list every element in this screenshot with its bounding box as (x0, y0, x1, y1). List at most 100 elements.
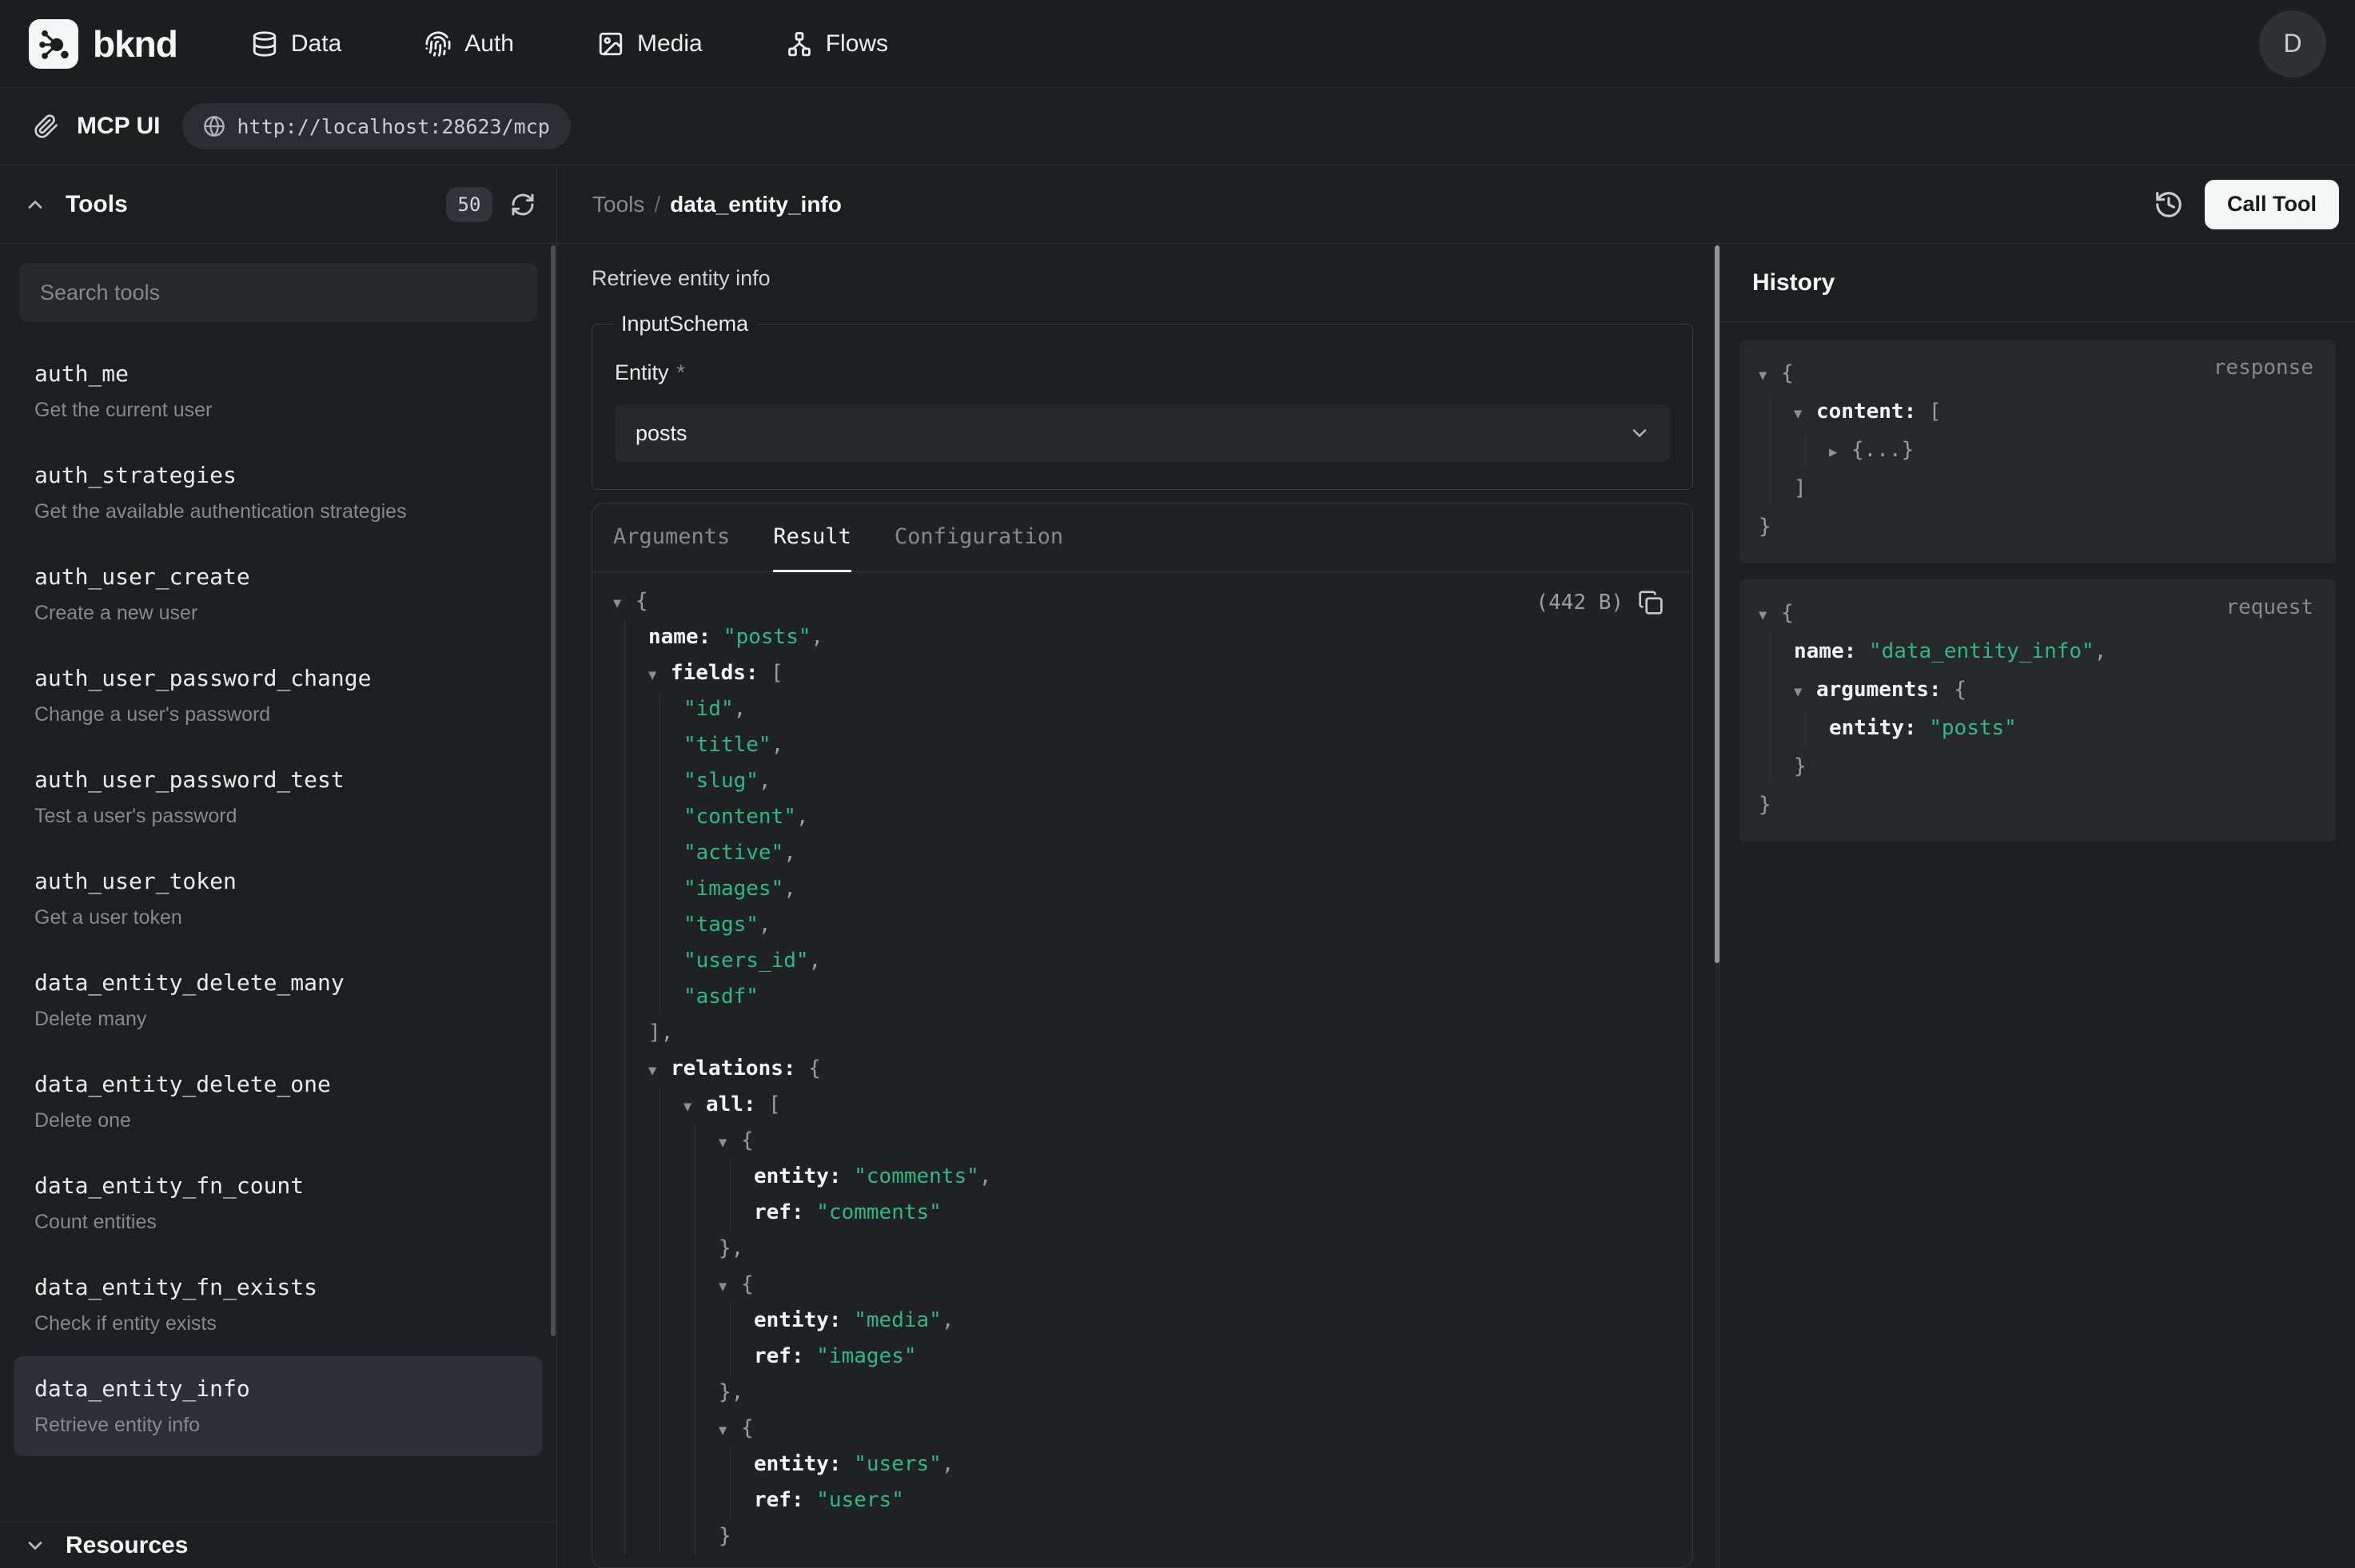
tools-heading: Tools (66, 191, 128, 218)
image-icon (597, 30, 624, 58)
collapse-toggle-icon[interactable]: ▼ (1794, 673, 1816, 711)
tool-item-data_entity_fn_count[interactable]: data_entity_fn_count Count entities (14, 1153, 543, 1253)
tool-name: auth_user_password_change (34, 665, 522, 691)
history-entries: response▼{▼content: [▶{...}]}request▼{na… (1720, 322, 2355, 859)
tool-name: data_entity_delete_many (34, 969, 522, 996)
refresh-icon (510, 192, 536, 217)
tool-item-data_entity_info[interactable]: data_entity_infoRetrieve entity info (14, 1356, 543, 1456)
collapse-toggle-icon[interactable]: ▼ (719, 1413, 741, 1449)
json-line: name: "posts", (613, 619, 1692, 655)
json-line: ▼{ (613, 1267, 1692, 1303)
entity-field-label: Entity* (615, 360, 1670, 385)
tool-name: auth_user_token (34, 868, 522, 894)
json-line: "slug", (613, 763, 1692, 799)
tool-item-auth_user_create[interactable]: auth_user_createCreate a new user (14, 544, 543, 644)
collapse-toggle-icon[interactable]: ▼ (1759, 596, 1781, 635)
nav-item-label: Auth (464, 30, 514, 58)
tool-name: auth_strategies (34, 462, 522, 488)
nav-item-media[interactable]: Media (597, 30, 703, 58)
chevron-down-icon (1628, 422, 1651, 444)
tab-result[interactable]: Result (773, 503, 851, 572)
tool-item-data_entity_fn_exists[interactable]: data_entity_fn_exists Check if entity exi… (14, 1255, 543, 1355)
bknd-logo[interactable]: bknd (29, 19, 177, 69)
nav-item-data[interactable]: Data (251, 30, 341, 58)
tools-sidebar: Tools 50 auth_meGet the current userauth… (0, 165, 557, 1568)
collapse-toggle-icon[interactable]: ▼ (613, 586, 636, 622)
resources-section-header[interactable]: Resources (0, 1522, 556, 1568)
json-line: entity: "comments", (613, 1159, 1692, 1195)
tool-description: Change a user's password (34, 703, 522, 726)
json-line: ref: "users" (613, 1482, 1692, 1518)
fingerprint-icon (424, 30, 452, 58)
globe-icon (203, 115, 225, 137)
refresh-tools-button[interactable] (510, 192, 536, 217)
nav-item-label: Flows (826, 30, 888, 58)
tool-description: Count entities (34, 1211, 522, 1234)
collapse-toggle-icon[interactable]: ▼ (683, 1089, 706, 1125)
breadcrumb-section[interactable]: Tools (592, 192, 644, 217)
tool-name: auth_user_password_test (34, 766, 522, 793)
tool-item-auth_me[interactable]: auth_meGet the current user (14, 341, 543, 441)
collapse-toggle-icon[interactable]: ▼ (719, 1269, 741, 1305)
search-input[interactable] (19, 263, 537, 322)
collapse-toggle-icon[interactable]: ▼ (648, 658, 671, 694)
json-line: ▼{ (613, 1411, 1692, 1447)
json-line: } (613, 1518, 1692, 1554)
app-window: bknd DataAuthMediaFlows D MCP UI http://… (0, 0, 2355, 1568)
entity-select-value: posts (636, 421, 687, 446)
tool-name: data_entity_fn_count (34, 1172, 522, 1199)
tool-description: Check if entity exists (34, 1312, 522, 1335)
user-avatar[interactable]: D (2259, 10, 2326, 78)
history-entry-request[interactable]: request▼{name: "data_entity_info",▼argum… (1739, 579, 2336, 842)
json-line: ▼arguments: { (1759, 671, 2317, 709)
json-line: ▼{ (613, 1123, 1692, 1159)
breadcrumb: Tools/data_entity_info (592, 192, 842, 217)
json-line: entity: "users", (613, 1447, 1692, 1482)
history-toggle-button[interactable] (2154, 189, 2184, 220)
collapse-toggle-icon[interactable]: ▼ (1759, 356, 1781, 395)
json-line: ▼{ (613, 583, 1692, 619)
json-line: ▼{ (1759, 594, 2317, 632)
tool-item-data_entity_delete_many[interactable]: data_entity_delete_manyDelete many (14, 950, 543, 1050)
tool-item-auth_strategies[interactable]: auth_strategiesGet the available authent… (14, 443, 543, 543)
json-line: ref: "comments" (613, 1195, 1692, 1231)
tool-item-auth_user_password_change[interactable]: auth_user_password_change Change a user's… (14, 646, 543, 746)
result-panel: Arguments Result Configuration (442 B) ▼{n… (592, 503, 1693, 1568)
json-line: "tags", (613, 907, 1692, 943)
mcp-url-pill[interactable]: http://localhost:28623/mcp (182, 103, 570, 149)
collapse-toggle-icon[interactable]: ▼ (648, 1053, 671, 1089)
chevron-down-icon (24, 1534, 46, 1557)
json-line: ▼fields: [ (613, 655, 1692, 691)
tool-item-data_entity_delete_one[interactable]: data_entity_delete_oneDelete one (14, 1052, 543, 1152)
json-line: ▶{...} (1759, 431, 2317, 469)
json-line: "asdf" (613, 979, 1692, 1015)
tools-count-badge: 50 (446, 187, 492, 222)
tool-description: Get a user token (34, 906, 522, 929)
tool-item-auth_user_password_test[interactable]: auth_user_password_testTest a user's pas… (14, 747, 543, 847)
call-tool-button[interactable]: Call Tool (2205, 180, 2339, 229)
resources-heading: Resources (66, 1532, 188, 1559)
tab-configuration[interactable]: Configuration (895, 503, 1063, 572)
tool-name: data_entity_fn_exists (34, 1274, 522, 1300)
tools-section-header[interactable]: Tools 50 (0, 165, 556, 244)
json-line: ▼{ (1759, 354, 2317, 392)
json-line: }, (613, 1375, 1692, 1411)
collapse-toggle-icon[interactable]: ▼ (719, 1125, 741, 1161)
tool-header: Tools/data_entity_info Call Tool (557, 165, 2355, 244)
tool-description: Get the current user (34, 399, 522, 422)
expand-toggle-icon[interactable]: ▶ (1829, 433, 1851, 472)
nav-item-flows[interactable]: Flows (786, 30, 888, 58)
tab-arguments[interactable]: Arguments (613, 503, 730, 572)
result-json-viewer: (442 B) ▼{name: "posts",▼fields: ["id","… (592, 572, 1692, 1567)
breadcrumb-current: data_entity_info (670, 192, 842, 217)
sidebar-scrollbar[interactable] (551, 245, 556, 1336)
history-entry-response[interactable]: response▼{▼content: [▶{...}]} (1739, 340, 2336, 563)
mcp-url: http://localhost:28623/mcp (237, 115, 549, 138)
entity-select[interactable]: posts (615, 404, 1670, 462)
tool-name: auth_user_create (34, 563, 522, 590)
tool-item-auth_user_token[interactable]: auth_user_token Get a user token (14, 849, 543, 949)
json-line: ], (613, 1015, 1692, 1051)
collapse-toggle-icon[interactable]: ▼ (1794, 395, 1816, 433)
nav-item-auth[interactable]: Auth (424, 30, 514, 58)
json-line: } (1759, 747, 2317, 786)
